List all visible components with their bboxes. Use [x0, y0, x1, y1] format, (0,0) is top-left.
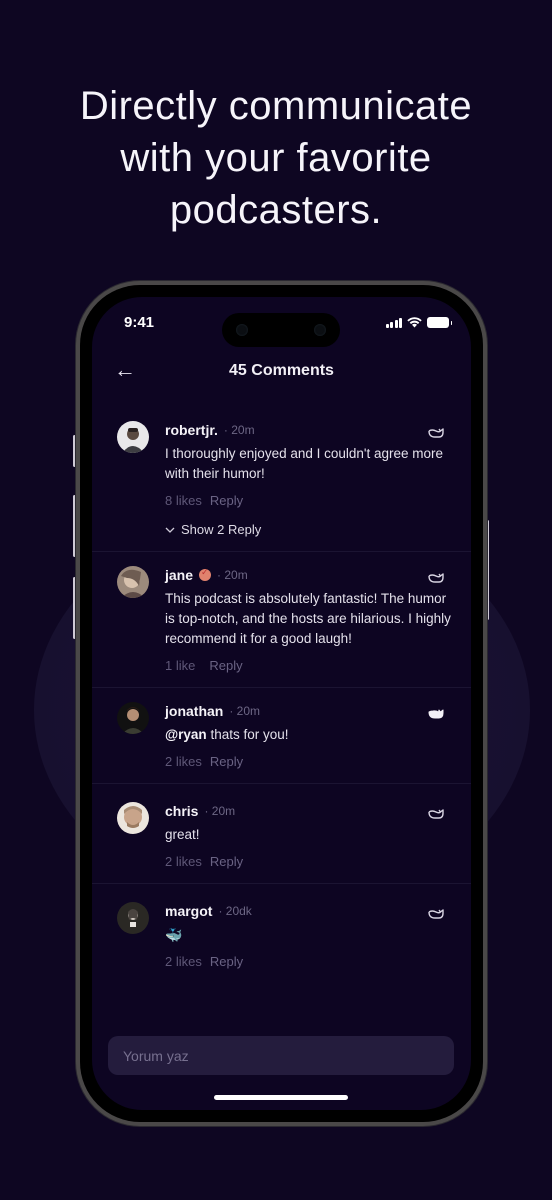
comments-header: ← 45 Comments: [92, 357, 471, 387]
comment-author[interactable]: robertjr.: [165, 422, 218, 438]
comment-time: · 20m: [223, 423, 255, 437]
comment-author[interactable]: margot: [165, 903, 212, 919]
page-title: 45 Comments: [229, 362, 334, 379]
phone-frame: 9:41 ← 45 Comments robertjr. · 20m I tho…: [76, 281, 487, 1126]
reply-button[interactable]: Reply: [209, 658, 242, 673]
reply-button[interactable]: Reply: [210, 754, 243, 769]
whale-like-outline-icon[interactable]: [427, 426, 445, 440]
avatar[interactable]: [117, 802, 149, 834]
sensor-icon: [236, 324, 248, 336]
verified-badge-icon: [199, 567, 212, 581]
comment-text: 🐳: [165, 927, 183, 943]
marketing-headline: Directly communicate with your favorite …: [0, 80, 552, 236]
avatar[interactable]: [117, 902, 149, 934]
whale-like-outline-icon[interactable]: [427, 907, 445, 921]
wifi-icon: [407, 317, 422, 328]
comment-item: chris · 20m great! 2 likes Reply: [92, 784, 471, 884]
reply-button[interactable]: Reply: [210, 493, 243, 508]
status-time: 9:41: [124, 314, 155, 331]
comment-input-placeholder: Yorum yaz: [123, 1047, 189, 1064]
comment-item: robertjr. · 20m I thoroughly enjoyed and…: [92, 409, 471, 552]
like-count[interactable]: 2 likes: [165, 854, 202, 869]
reply-button[interactable]: Reply: [210, 954, 243, 969]
cellular-signal-icon: [385, 317, 402, 328]
comment-author[interactable]: chris: [165, 803, 198, 819]
avatar[interactable]: [117, 421, 149, 453]
like-count[interactable]: 8 likes: [165, 493, 202, 508]
comment-time: · 20dk: [218, 904, 252, 918]
mention-link[interactable]: @ryan: [165, 727, 207, 742]
comment-author[interactable]: jane: [165, 567, 193, 583]
comment-text: This podcast is absolutely fantastic! Th…: [165, 591, 451, 646]
show-replies-label: Show 2 Reply: [181, 522, 262, 537]
chevron-down-icon: [165, 527, 175, 533]
comment-text: great!: [165, 827, 200, 842]
comment-text-rest: thats for you!: [206, 727, 289, 742]
comment-time: · 20m: [229, 704, 261, 718]
phone-screen: 9:41 ← 45 Comments robertjr. · 20m I tho…: [92, 297, 471, 1110]
avatar[interactable]: [117, 566, 149, 598]
comment-list: robertjr. · 20m I thoroughly enjoyed and…: [92, 409, 471, 983]
status-icons: [385, 317, 452, 328]
like-count[interactable]: 2 likes: [165, 954, 202, 969]
headline-line-3: podcasters.: [169, 188, 383, 232]
like-count[interactable]: 1 like: [165, 658, 195, 673]
comment-item: jane · 20m This podcast is absolutely fa…: [92, 552, 471, 688]
avatar[interactable]: [117, 702, 149, 734]
comment-item: jonathan · 20m @ryan thats for you! 2 li…: [92, 688, 471, 784]
comment-author[interactable]: jonathan: [165, 703, 223, 719]
comment-item: margot · 20dk 🐳 2 likes Reply: [92, 884, 471, 983]
dynamic-island: [222, 313, 340, 347]
headline-line-2: with your favorite: [120, 136, 432, 180]
home-indicator[interactable]: [214, 1095, 348, 1100]
show-replies-button[interactable]: Show 2 Reply: [165, 522, 451, 537]
whale-like-outline-icon[interactable]: [427, 571, 445, 585]
whale-like-outline-icon[interactable]: [427, 807, 445, 821]
whale-like-filled-icon[interactable]: [427, 707, 445, 721]
comment-text: @ryan thats for you!: [165, 725, 455, 745]
comment-text: I thoroughly enjoyed and I couldn't agre…: [165, 446, 444, 481]
comment-time: · 20m: [217, 568, 248, 582]
comment-input[interactable]: Yorum yaz: [108, 1036, 454, 1075]
comment-time: · 20m: [204, 804, 236, 818]
camera-icon: [314, 324, 326, 336]
reply-button[interactable]: Reply: [210, 854, 243, 869]
like-count[interactable]: 2 likes: [165, 754, 202, 769]
battery-icon: [427, 317, 452, 328]
headline-line-1: Directly communicate: [79, 84, 473, 128]
